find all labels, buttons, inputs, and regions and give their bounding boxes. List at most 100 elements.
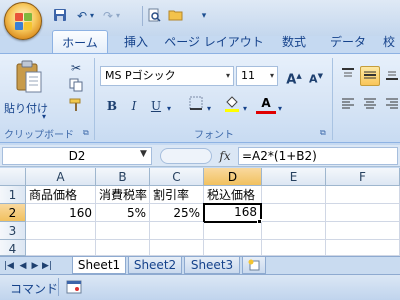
next-sheet-icon[interactable]: ▶ bbox=[30, 259, 40, 273]
cell-A3[interactable] bbox=[26, 222, 96, 240]
grow-font-icon[interactable]: A▲ bbox=[284, 66, 304, 87]
borders-dropdown-icon[interactable]: ▾ bbox=[207, 104, 211, 113]
column-header[interactable]: E bbox=[262, 168, 326, 186]
fill-color-icon[interactable] bbox=[222, 96, 242, 116]
tab-review[interactable]: 校 bbox=[378, 30, 400, 54]
align-left-icon[interactable] bbox=[338, 96, 358, 116]
align-top-icon[interactable] bbox=[338, 66, 358, 86]
undo-dropdown-icon[interactable]: ▾ bbox=[88, 8, 96, 24]
font-color-icon[interactable]: A bbox=[256, 94, 276, 114]
group-separator bbox=[94, 58, 95, 140]
align-middle-icon[interactable] bbox=[360, 66, 380, 86]
italic-button[interactable]: I bbox=[124, 96, 144, 116]
open-icon[interactable] bbox=[168, 8, 184, 24]
cell-A2[interactable]: 160 bbox=[26, 204, 96, 222]
tab-insert[interactable]: 挿入 bbox=[114, 30, 158, 54]
font-name-dropdown-icon[interactable]: ▾ bbox=[226, 67, 230, 85]
name-box-dropdown-icon[interactable]: ▼ bbox=[140, 149, 147, 159]
font-group-label: フォント bbox=[194, 130, 234, 141]
row-header[interactable]: 3 bbox=[0, 222, 26, 240]
column-header[interactable]: A bbox=[26, 168, 96, 186]
shrink-font-icon[interactable]: A▼ bbox=[306, 66, 326, 86]
bold-button[interactable]: B bbox=[102, 96, 122, 116]
last-sheet-icon[interactable]: ▶| bbox=[42, 259, 52, 273]
cell-C3[interactable] bbox=[150, 222, 204, 240]
sheet-tab-2[interactable]: Sheet2 bbox=[128, 257, 182, 274]
paste-button[interactable] bbox=[14, 60, 48, 100]
sheet-tab-3[interactable]: Sheet3 bbox=[184, 257, 240, 274]
tab-page-layout[interactable]: ページ レイアウト bbox=[164, 30, 264, 54]
cell-C2[interactable]: 25% bbox=[150, 204, 204, 222]
cell-D3[interactable] bbox=[204, 222, 262, 240]
customize-icon[interactable]: ▾ bbox=[196, 8, 212, 24]
underline-button[interactable]: U bbox=[146, 96, 166, 116]
status-mode: コマンド bbox=[10, 282, 59, 296]
select-all-corner[interactable] bbox=[0, 168, 26, 186]
cell-A4[interactable] bbox=[26, 240, 96, 256]
format-painter-icon[interactable] bbox=[66, 98, 86, 118]
font-size-dropdown-icon[interactable]: ▾ bbox=[270, 67, 274, 85]
underline-dropdown-icon[interactable]: ▾ bbox=[167, 104, 171, 113]
worksheet-grid[interactable]: A B C D E F 1 商品価格 消費税率 割引率 税込価格 2 160 5… bbox=[0, 168, 400, 256]
clipboard-launcher-icon[interactable]: ⧉ bbox=[83, 128, 89, 138]
macro-record-icon[interactable] bbox=[66, 280, 82, 294]
status-bar: コマンド bbox=[0, 274, 400, 300]
row-header[interactable]: 1 bbox=[0, 186, 26, 204]
cell-F3[interactable] bbox=[326, 222, 400, 240]
borders-icon[interactable] bbox=[186, 96, 206, 116]
align-center-icon[interactable] bbox=[360, 96, 380, 116]
font-size-select[interactable]: 11 ▾ bbox=[236, 66, 278, 86]
cut-icon[interactable]: ✂ bbox=[66, 58, 86, 78]
align-right-icon[interactable] bbox=[382, 96, 400, 116]
cell-B3[interactable] bbox=[96, 222, 150, 240]
tab-formulas[interactable]: 数式 bbox=[270, 30, 318, 54]
cell-B2[interactable]: 5% bbox=[96, 204, 150, 222]
insert-function-button[interactable]: fx bbox=[215, 147, 235, 165]
font-name-value: MS Pゴシック bbox=[105, 69, 176, 82]
formula-input[interactable]: =A2*(1+B2) bbox=[238, 147, 398, 165]
font-launcher-icon[interactable]: ⧉ bbox=[320, 128, 326, 138]
cell-E1[interactable] bbox=[262, 186, 326, 204]
tab-home[interactable]: ホーム bbox=[52, 30, 108, 54]
cell-C1[interactable]: 割引率 bbox=[150, 186, 204, 204]
cell-D1[interactable]: 税込価格 bbox=[204, 186, 262, 204]
paste-dropdown-icon[interactable]: ▾ bbox=[42, 112, 46, 121]
print-preview-icon[interactable] bbox=[146, 8, 162, 24]
column-header[interactable]: B bbox=[96, 168, 150, 186]
prev-sheet-icon[interactable]: ◀ bbox=[18, 259, 28, 273]
formula-bar-resize-handle[interactable] bbox=[160, 148, 212, 164]
column-header-selected[interactable]: D bbox=[204, 168, 262, 186]
first-sheet-icon[interactable]: |◀ bbox=[4, 259, 14, 273]
column-header[interactable]: F bbox=[326, 168, 400, 186]
cell-D2-active[interactable]: 168 bbox=[203, 203, 262, 223]
name-box[interactable]: D2 bbox=[2, 147, 152, 165]
cell-E3[interactable] bbox=[262, 222, 326, 240]
row-header-selected[interactable]: 2 bbox=[0, 204, 26, 222]
cell-B1[interactable]: 消費税率 bbox=[96, 186, 150, 204]
font-name-select[interactable]: MS Pゴシック ▾ bbox=[100, 66, 234, 86]
cell-F4[interactable] bbox=[326, 240, 400, 256]
office-button[interactable] bbox=[4, 2, 42, 40]
tab-data[interactable]: データ bbox=[324, 30, 372, 54]
cell-F1[interactable] bbox=[326, 186, 400, 204]
fill-color-dropdown-icon[interactable]: ▾ bbox=[243, 104, 247, 113]
insert-sheet-icon[interactable] bbox=[242, 257, 266, 274]
paste-label[interactable]: 貼り付け bbox=[4, 100, 60, 116]
cell-A1[interactable]: 商品価格 bbox=[26, 186, 96, 204]
cell-F2[interactable] bbox=[326, 204, 400, 222]
cell-E2[interactable] bbox=[262, 204, 326, 222]
copy-icon[interactable] bbox=[66, 78, 86, 98]
sheet-tab-1[interactable]: Sheet1 bbox=[72, 257, 126, 274]
align-bottom-icon[interactable] bbox=[382, 66, 400, 86]
cell-C4[interactable] bbox=[150, 240, 204, 256]
clipboard-group-label: クリップボード bbox=[4, 130, 74, 141]
cell-B4[interactable] bbox=[96, 240, 150, 256]
font-color-dropdown-icon[interactable]: ▾ bbox=[278, 104, 282, 113]
cell-D4[interactable] bbox=[204, 240, 262, 256]
cell-E4[interactable] bbox=[262, 240, 326, 256]
redo-dropdown-icon[interactable]: ▾ bbox=[114, 8, 122, 24]
column-header[interactable]: C bbox=[150, 168, 204, 186]
group-separator bbox=[332, 58, 333, 140]
row-header[interactable]: 4 bbox=[0, 240, 26, 256]
save-icon[interactable] bbox=[52, 8, 68, 24]
